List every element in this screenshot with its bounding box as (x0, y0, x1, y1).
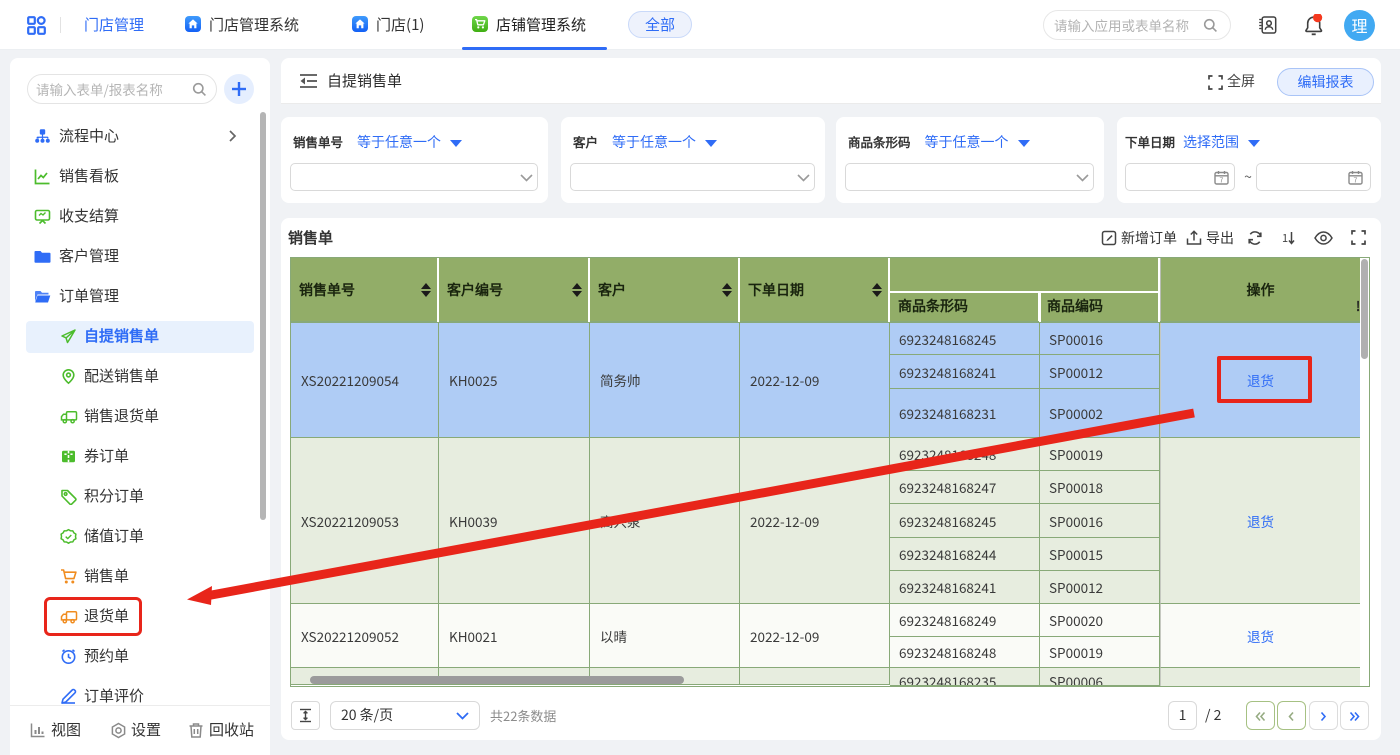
svg-text:7: 7 (1220, 176, 1224, 186)
svg-text:7: 7 (1354, 176, 1358, 186)
svg-text:1: 1 (1282, 230, 1288, 246)
